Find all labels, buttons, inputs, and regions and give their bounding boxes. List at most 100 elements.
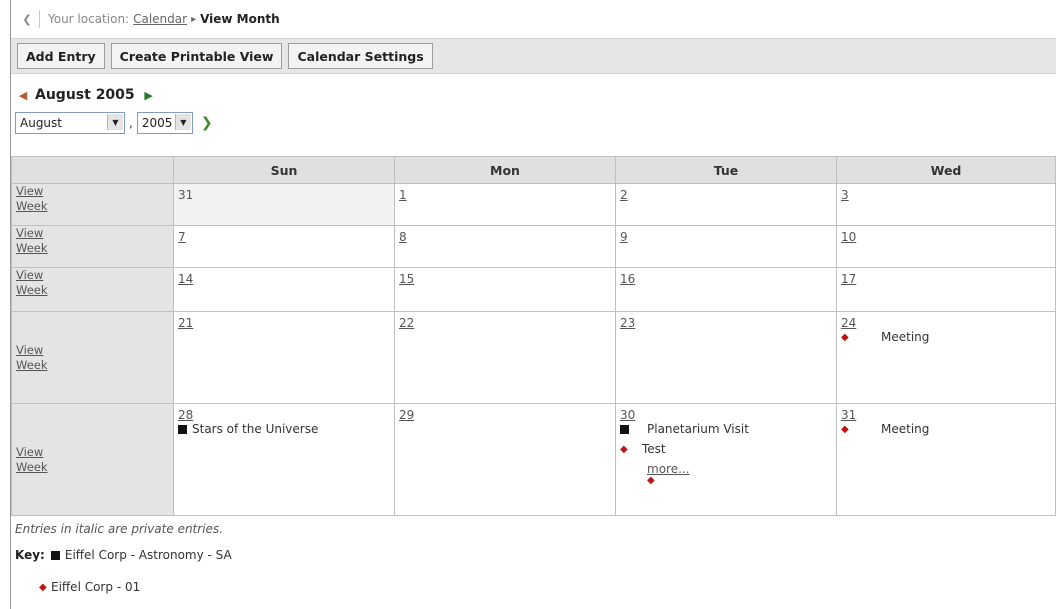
day-number-link[interactable]: 16 <box>620 272 635 286</box>
chevron-down-icon[interactable]: ▼ <box>107 114 123 130</box>
breadcrumb: ❮ Your location: Calendar ▸ View Month <box>11 0 1056 38</box>
go-arrow-icon[interactable]: ❯ <box>201 115 213 131</box>
calendar-entry[interactable]: Stars of the Universe <box>178 422 391 436</box>
calendar-entry[interactable]: ◆ Meeting <box>841 330 1052 344</box>
day-header-tue: Tue <box>615 156 837 184</box>
day-number-link[interactable]: 31 <box>841 408 856 422</box>
chevron-down-icon[interactable]: ▼ <box>174 114 191 130</box>
month-grid: Sun Mon Tue Wed View Week 31 1 2 3 View We… <box>11 156 1056 516</box>
view-week-link[interactable]: View Week <box>12 184 173 214</box>
calendar-entry[interactable]: ◆ Meeting <box>841 422 1052 436</box>
create-printable-view-button[interactable]: Create Printable View <box>110 43 283 69</box>
day-cell: 31 ◆ Meeting <box>836 403 1056 516</box>
square-icon <box>178 424 187 434</box>
week-column-header <box>11 156 174 184</box>
entry-title: Stars of the Universe <box>192 422 319 436</box>
day-number-link[interactable]: 17 <box>841 272 856 286</box>
entry-title: Planetarium Visit <box>647 422 749 436</box>
diamond-icon: ◆ <box>647 475 655 486</box>
calendar-page: ❮ Your location: Calendar ▸ View Month A… <box>11 0 1056 594</box>
day-cell: 24 ◆ Meeting <box>836 311 1056 404</box>
year-select-value: 2005 <box>141 116 173 130</box>
entry-title: Meeting <box>881 330 930 344</box>
day-cell: 1 <box>394 183 616 226</box>
diamond-icon: ◆ <box>841 423 849 435</box>
calendar-settings-button[interactable]: Calendar Settings <box>288 43 433 69</box>
day-number-link[interactable]: 28 <box>178 408 193 422</box>
breadcrumb-arrow-icon: ▸ <box>191 13 197 25</box>
day-number-link[interactable]: 8 <box>399 230 407 244</box>
entry-title: Meeting <box>881 422 930 436</box>
day-number-link[interactable]: 9 <box>620 230 628 244</box>
month-select[interactable]: August ▼ <box>15 112 125 134</box>
calendar-entry[interactable]: Planetarium Visit <box>620 422 833 436</box>
day-number-link[interactable]: 30 <box>620 408 635 422</box>
diamond-icon: ◆ <box>39 581 47 593</box>
day-cell: 14 <box>173 267 395 312</box>
day-number-link[interactable]: 15 <box>399 272 414 286</box>
private-entries-note: Entries in italic are private entries. <box>15 522 223 536</box>
week-row: View Week 14 15 16 17 <box>11 267 1056 312</box>
square-icon <box>620 424 629 434</box>
day-number-link[interactable]: 2 <box>620 188 628 202</box>
day-number-link[interactable]: 3 <box>841 188 849 202</box>
diamond-icon: ◆ <box>841 331 849 343</box>
month-heading: ◀ August 2005 ▶ <box>11 80 1056 110</box>
day-number-link[interactable]: 10 <box>841 230 856 244</box>
day-number-link[interactable]: 7 <box>178 230 186 244</box>
day-number-link[interactable]: 1 <box>399 188 407 202</box>
day-number-link[interactable]: 24 <box>841 316 856 330</box>
day-cell: 9 <box>615 225 837 268</box>
view-week-cell: View Week <box>11 311 174 404</box>
day-number: 31 <box>178 188 194 202</box>
more-link[interactable]: more... <box>647 462 833 476</box>
month-select-value: August <box>20 116 62 130</box>
square-icon <box>50 550 60 560</box>
day-cell: 28 Stars of the Universe <box>173 403 395 516</box>
day-cell: 21 <box>173 311 395 404</box>
day-number-link[interactable]: 22 <box>399 316 414 330</box>
legend-label: Key: <box>15 548 45 562</box>
day-cell: 29 <box>394 403 616 516</box>
day-cell: 10 <box>836 225 1056 268</box>
day-number-link[interactable]: 21 <box>178 316 193 330</box>
view-week-cell: View Week <box>11 403 174 516</box>
view-week-link[interactable]: View Week <box>12 343 173 373</box>
day-number-link[interactable]: 23 <box>620 316 635 330</box>
day-cell: 7 <box>173 225 395 268</box>
day-cell: 31 <box>173 183 395 226</box>
entry-title: Test <box>642 442 666 456</box>
day-cell: 16 <box>615 267 837 312</box>
breadcrumb-current: View Month <box>200 12 280 26</box>
toolbar: Add Entry Create Printable View Calendar… <box>11 38 1056 74</box>
previous-month-icon[interactable]: ◀ <box>15 87 31 103</box>
day-cell: 8 <box>394 225 616 268</box>
day-cell: 17 <box>836 267 1056 312</box>
day-cell: 23 <box>615 311 837 404</box>
day-number-link[interactable]: 14 <box>178 272 193 286</box>
view-week-link[interactable]: View Week <box>12 445 173 475</box>
week-row: View Week 21 22 23 24 ◆ Meeting <box>11 311 1056 404</box>
calendar-footer: Entries in italic are private entries. K… <box>11 516 1056 594</box>
breadcrumb-calendar-link[interactable]: Calendar <box>133 12 187 26</box>
add-entry-button[interactable]: Add Entry <box>17 43 105 69</box>
page-title: August 2005 <box>35 87 135 103</box>
day-header-wed: Wed <box>836 156 1056 184</box>
day-cell: 3 <box>836 183 1056 226</box>
calendar-entry[interactable]: ◆ Test <box>620 442 833 456</box>
day-cell: 30 Planetarium Visit ◆ Test more... ◆ <box>615 403 837 516</box>
day-cell: 15 <box>394 267 616 312</box>
view-week-link[interactable]: View Week <box>12 268 173 298</box>
next-month-icon[interactable]: ▶ <box>141 87 157 103</box>
back-arrow-icon[interactable]: ❮ <box>19 11 35 27</box>
legend-item-astronomy: Eiffel Corp - Astronomy - SA <box>64 548 232 562</box>
date-selectors: August ▼ , 2005 ▼ ❯ <box>11 110 1056 136</box>
day-header-mon: Mon <box>394 156 616 184</box>
day-cell: 22 <box>394 311 616 404</box>
day-number-link[interactable]: 29 <box>399 408 414 422</box>
year-select[interactable]: 2005 ▼ <box>136 112 193 134</box>
breadcrumb-prefix: Your location: <box>48 12 130 26</box>
week-row: View Week 31 1 2 3 <box>11 183 1056 226</box>
breadcrumb-divider <box>39 10 40 28</box>
view-week-link[interactable]: View Week <box>12 226 173 256</box>
